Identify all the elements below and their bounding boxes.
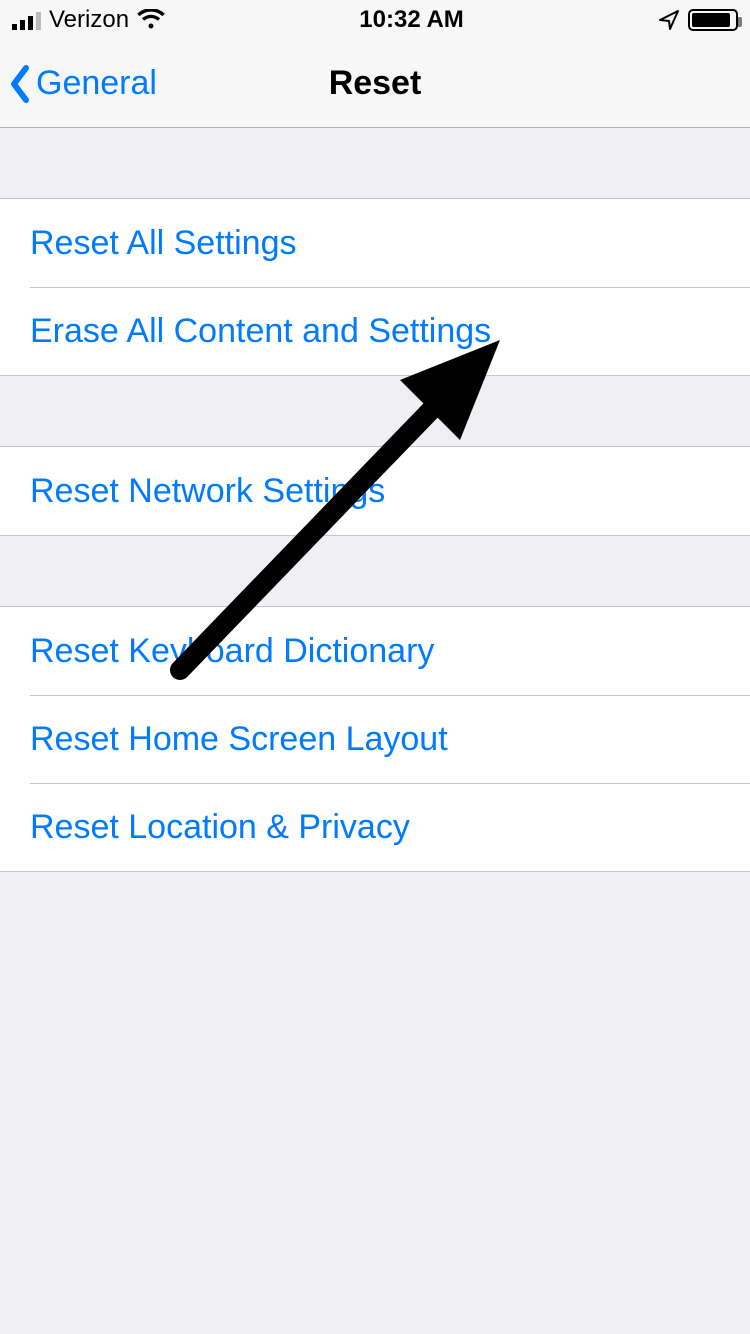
cell-label: Reset Home Screen Layout (30, 720, 448, 759)
reset-location-privacy-cell[interactable]: Reset Location & Privacy (0, 783, 750, 871)
wifi-icon (137, 9, 165, 31)
group-spacer (0, 376, 750, 446)
status-time: 10:32 AM (359, 6, 463, 34)
reset-keyboard-dictionary-cell[interactable]: Reset Keyboard Dictionary (0, 607, 750, 695)
status-right (658, 9, 738, 31)
chevron-left-icon (8, 64, 32, 104)
cell-label: Reset Keyboard Dictionary (30, 632, 434, 671)
status-left: Verizon (12, 6, 165, 34)
settings-group-2: Reset Network Settings (0, 446, 750, 536)
cell-label: Reset Network Settings (30, 472, 385, 511)
status-bar: Verizon 10:32 AM (0, 0, 750, 40)
nav-bar: General Reset (0, 40, 750, 128)
carrier-label: Verizon (49, 6, 129, 34)
cell-label: Erase All Content and Settings (30, 312, 491, 351)
reset-all-settings-cell[interactable]: Reset All Settings (0, 199, 750, 287)
page-title: Reset (329, 64, 422, 103)
erase-all-content-cell[interactable]: Erase All Content and Settings (0, 287, 750, 375)
cell-label: Reset Location & Privacy (30, 808, 410, 847)
cellular-signal-icon (12, 10, 41, 30)
cell-label: Reset All Settings (30, 224, 296, 263)
reset-home-screen-layout-cell[interactable]: Reset Home Screen Layout (0, 695, 750, 783)
battery-icon (688, 9, 738, 31)
reset-network-settings-cell[interactable]: Reset Network Settings (0, 447, 750, 535)
location-arrow-icon (658, 9, 680, 31)
group-spacer (0, 536, 750, 606)
back-label: General (36, 64, 157, 103)
back-button[interactable]: General (8, 40, 157, 127)
settings-group-1: Reset All Settings Erase All Content and… (0, 198, 750, 376)
settings-group-3: Reset Keyboard Dictionary Reset Home Scr… (0, 606, 750, 872)
group-spacer (0, 128, 750, 198)
